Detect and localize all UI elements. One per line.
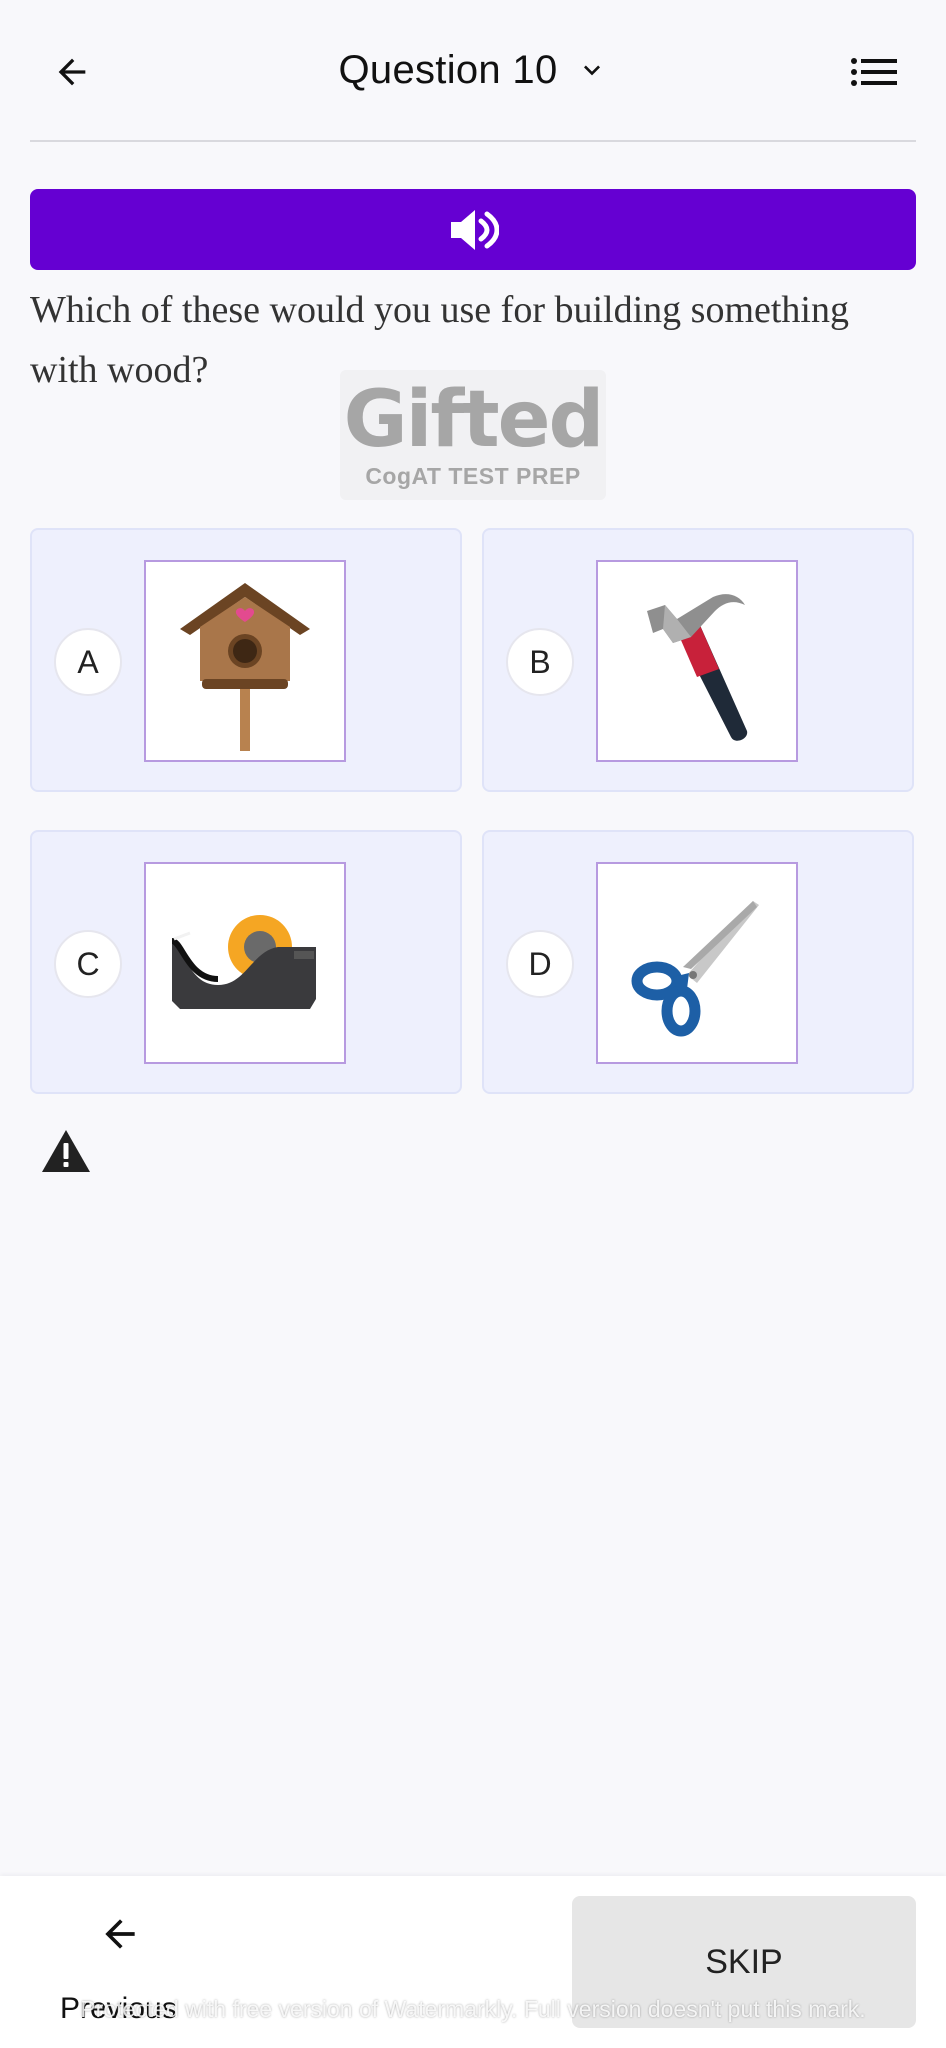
option-letter: D [506, 930, 574, 998]
arrow-left-icon [105, 1919, 135, 1949]
scissors-image [596, 862, 798, 1064]
bottom-nav: Previous SKIP Protected with free versio… [0, 1876, 946, 2048]
report-issue-button[interactable] [40, 1128, 92, 1176]
question-list-button[interactable] [846, 48, 902, 96]
birdhouse-image [144, 560, 346, 762]
option-c[interactable]: C [30, 830, 462, 1094]
header-divider [30, 140, 916, 142]
logo-subtitle: CogAT TEST PREP [365, 462, 581, 489]
quiz-screen: Question 10 Which of these would you use… [0, 0, 946, 2048]
option-letter: B [506, 628, 574, 696]
hammer-image [596, 560, 798, 762]
option-letter: C [54, 930, 122, 998]
tape-dispenser-image [144, 862, 346, 1064]
option-a[interactable]: A [30, 528, 462, 792]
skip-button[interactable]: SKIP [572, 1896, 916, 2028]
play-audio-button[interactable] [30, 189, 916, 270]
chevron-down-icon [576, 54, 608, 86]
speaker-icon [451, 209, 499, 250]
list-icon [851, 58, 897, 86]
previous-button[interactable]: Previous [50, 1912, 190, 2032]
gifted-logo: Gifted CogAT TEST PREP [340, 370, 606, 500]
option-letter: A [54, 628, 122, 696]
logo-word: Gifted [343, 374, 605, 465]
header: Question 10 [0, 0, 946, 140]
question-selector[interactable]: Question 10 [0, 38, 946, 102]
page-title: Question 10 [338, 47, 558, 92]
option-d[interactable]: D [482, 830, 914, 1094]
option-b[interactable]: B [482, 528, 914, 792]
previous-label: Previous [60, 1992, 177, 2025]
warning-icon [42, 1130, 90, 1172]
